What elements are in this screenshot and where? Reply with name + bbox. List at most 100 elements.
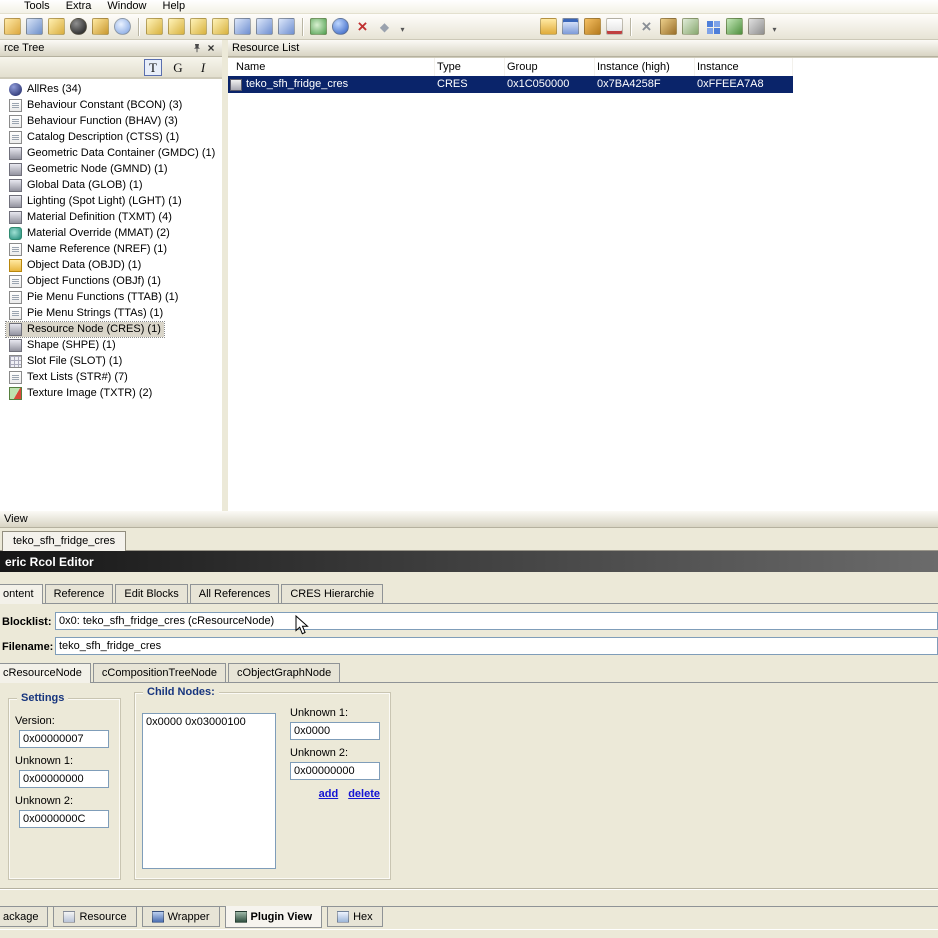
save-resource-icon[interactable] xyxy=(190,18,207,35)
package-box-icon[interactable] xyxy=(584,18,601,35)
tab-cobjectgraphnode[interactable]: cObjectGraphNode xyxy=(228,663,341,682)
add-resource-icon[interactable] xyxy=(168,18,185,35)
bottom-tab-strip: ackage Resource Wrapper Plugin View Hex xyxy=(0,906,938,929)
tab-content[interactable]: ontent xyxy=(0,584,43,604)
tab-reference[interactable]: Reference xyxy=(44,584,114,603)
search-icon[interactable] xyxy=(114,18,131,35)
child-node-item[interactable]: 0x0000 0x03000100 xyxy=(143,714,275,730)
view-tab-teko[interactable]: teko_sfh_fridge_cres xyxy=(2,531,127,551)
settings-unknown1-input[interactable] xyxy=(19,770,109,788)
resource-tree-panel: rce Tree × T G I AllRes (34) Behaviour C… xyxy=(0,40,222,511)
tree-item-bcon[interactable]: Behaviour Constant (BCON) (3) xyxy=(0,97,222,113)
save-icon[interactable] xyxy=(26,18,43,35)
tree-item-nref[interactable]: Name Reference (NREF) (1) xyxy=(0,241,222,257)
settings-unknown2-input[interactable] xyxy=(19,810,109,828)
column-header-group[interactable]: Group xyxy=(505,58,595,76)
web-icon[interactable] xyxy=(332,18,349,35)
diamond-icon[interactable] xyxy=(376,18,393,35)
new-resource-icon[interactable] xyxy=(146,18,163,35)
filter-instance-button[interactable]: I xyxy=(194,59,212,76)
people-icon[interactable] xyxy=(660,18,677,35)
child-unknown2-input[interactable] xyxy=(290,762,380,780)
tree-item-cres[interactable]: Resource Node (CRES) (1) xyxy=(0,320,222,338)
tab-hex[interactable]: Hex xyxy=(327,907,383,927)
tab-cres-hierarchie[interactable]: CRES Hierarchie xyxy=(281,584,384,603)
tab-edit-blocks[interactable]: Edit Blocks xyxy=(115,584,188,603)
tree-item-objd[interactable]: Object Data (OBJD) (1) xyxy=(0,257,222,273)
window-details-icon[interactable] xyxy=(256,18,273,35)
export-icon[interactable] xyxy=(92,18,109,35)
child-unknown1-input[interactable] xyxy=(290,722,380,740)
window-preview-icon[interactable] xyxy=(278,18,295,35)
open-icon[interactable] xyxy=(4,18,21,35)
tab-ccompositiontreenode[interactable]: cCompositionTreeNode xyxy=(92,663,227,682)
filename-input[interactable] xyxy=(55,637,938,655)
tab-all-references[interactable]: All References xyxy=(189,584,280,603)
menu-extra[interactable]: Extra xyxy=(58,0,100,14)
filter-group-button[interactable]: G xyxy=(169,59,187,76)
refresh-icon[interactable] xyxy=(310,18,327,35)
cut-icon[interactable] xyxy=(638,18,655,35)
tree-item-str[interactable]: Text Lists (STR#) (7) xyxy=(0,369,222,385)
tree-item-ttas[interactable]: Pie Menu Strings (TTAs) (1) xyxy=(0,305,222,321)
preview-window-icon[interactable] xyxy=(562,18,579,35)
toolbar-overflow-icon[interactable]: ▾ xyxy=(397,18,408,36)
column-header-instance[interactable]: Instance xyxy=(695,58,793,76)
tree-item-gmnd[interactable]: Geometric Node (GMND) (1) xyxy=(0,161,222,177)
toolbar-overflow2-icon[interactable]: ▾ xyxy=(769,18,780,36)
menu-help[interactable]: Help xyxy=(155,0,194,14)
menu-tools[interactable]: Tools xyxy=(16,0,58,14)
copy-resource-icon[interactable] xyxy=(212,18,229,35)
pin-icon[interactable] xyxy=(190,42,204,55)
window-list-icon[interactable] xyxy=(234,18,251,35)
menu-window[interactable]: Window xyxy=(99,0,154,14)
slot-grid-icon xyxy=(9,354,22,368)
notes-icon[interactable] xyxy=(606,18,623,35)
close-package-icon[interactable] xyxy=(70,18,87,35)
tree-item-txtr[interactable]: Texture Image (TXTR) (2) xyxy=(0,385,222,401)
tree-item-slot[interactable]: Slot File (SLOT) (1) xyxy=(0,353,222,369)
tree-item-txmt[interactable]: Material Definition (TXMT) (4) xyxy=(0,209,222,225)
tab-resource[interactable]: Resource xyxy=(53,907,137,927)
grid-icon[interactable] xyxy=(704,18,721,35)
column-header-type[interactable]: Type xyxy=(435,58,505,76)
photo-icon[interactable] xyxy=(682,18,699,35)
tree-item-shpe[interactable]: Shape (SHPE) (1) xyxy=(0,337,222,353)
tree-item-gmdc[interactable]: Geometric Data Container (GMDC) (1) xyxy=(0,145,222,161)
folder-icon[interactable] xyxy=(540,18,557,35)
child-nodes-listbox[interactable]: 0x0000 0x03000100 xyxy=(142,713,276,869)
tree-item-lght[interactable]: Lighting (Spot Light) (LGHT) (1) xyxy=(0,193,222,209)
tree-item-label: Lighting (Spot Light) (LGHT) (1) xyxy=(27,195,182,207)
tree-item-allres[interactable]: AllRes (34) xyxy=(0,81,222,97)
delete-link[interactable]: delete xyxy=(348,788,380,800)
node-tab-strip: cResourceNode cCompositionTreeNode cObje… xyxy=(0,663,938,683)
tab-plugin-view[interactable]: Plugin View xyxy=(224,906,323,928)
tab-cresourcenode[interactable]: cResourceNode xyxy=(0,663,91,683)
plugin-view-tab-icon xyxy=(234,910,247,923)
child-unknown1-label: Unknown 1: xyxy=(290,707,349,719)
save-all-icon[interactable] xyxy=(48,18,65,35)
column-header-instance-high[interactable]: Instance (high) xyxy=(595,58,695,76)
rcol-editor-header: eric Rcol Editor xyxy=(0,551,938,572)
tree-item-ctss[interactable]: Catalog Description (CTSS) (1) xyxy=(0,129,222,145)
blocklist-combo[interactable] xyxy=(55,612,938,630)
version-input[interactable] xyxy=(19,730,109,748)
add-link[interactable]: add xyxy=(319,788,339,800)
tree-item-ttab[interactable]: Pie Menu Functions (TTAB) (1) xyxy=(0,289,222,305)
tools-icon[interactable] xyxy=(748,18,765,35)
tree-item-objf[interactable]: Object Functions (OBJf) (1) xyxy=(0,273,222,289)
settings-unknown1-label: Unknown 1: xyxy=(15,755,74,767)
delete-icon[interactable] xyxy=(354,18,371,35)
tree-item-bhav[interactable]: Behaviour Function (BHAV) (3) xyxy=(0,113,222,129)
filter-type-button[interactable]: T xyxy=(144,58,162,76)
resource-row-selected[interactable]: teko_sfh_fridge_cres CRES 0x1C050000 0x7… xyxy=(228,76,793,93)
users-icon[interactable] xyxy=(726,18,743,35)
tree-item-glob[interactable]: Global Data (GLOB) (1) xyxy=(0,177,222,193)
document-icon xyxy=(9,290,22,304)
close-icon[interactable]: × xyxy=(204,42,218,55)
tree-item-mmat[interactable]: Material Override (MMAT) (2) xyxy=(0,225,222,241)
column-header-name[interactable]: Name xyxy=(228,58,435,76)
tab-package[interactable]: ackage xyxy=(0,907,49,927)
tab-wrapper[interactable]: Wrapper xyxy=(141,907,220,927)
cell-name: teko_sfh_fridge_cres xyxy=(246,78,349,90)
